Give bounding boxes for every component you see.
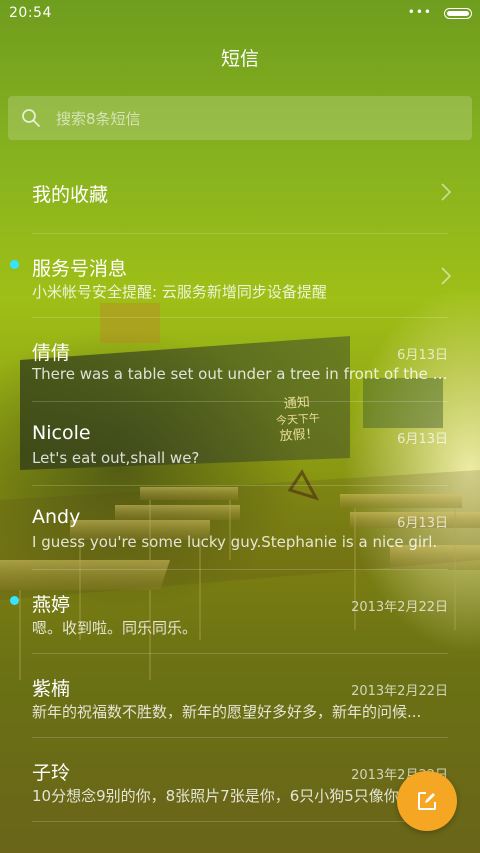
search-bar[interactable] [8,96,472,142]
conversation-name: Nicole [32,422,91,444]
chevron-right-icon [441,183,452,201]
conversation-preview: There was a table set out under a tree i… [32,365,448,383]
conversation-name: Andy [32,506,81,528]
status-bar: 20:54 ••• [0,0,480,28]
conversation-preview: 小米帐号安全提醒: 云服务新增同步设备提醒 [32,283,327,301]
notification-dots-icon: ••• [407,5,432,19]
compose-button[interactable] [397,771,457,831]
conversation-date: 6月13日 [397,432,448,447]
search-input[interactable] [54,96,458,142]
compose-icon [418,792,436,810]
search-icon [22,109,40,127]
conversation-item[interactable]: 燕婷 2013年2月22日 嗯。收到啦。同乐同乐。 [0,570,480,654]
conversation-name: 子玲 [32,762,71,784]
conversation-preview: Let's eat out,shall we? [32,449,200,467]
unread-dot [10,260,19,269]
conversation-preview: 新年的祝福数不胜数，新年的愿望好多好多，新年的问候... [32,703,422,721]
page-title: 短信 [220,48,259,70]
conversation-date: 2013年2月22日 [351,684,448,699]
unread-dot [10,596,19,605]
conversation-item[interactable]: Nicole 6月13日 Let's eat out,shall we? [0,402,480,486]
divider [32,821,448,822]
conversation-item[interactable]: Andy 6月13日 I guess you're some lucky guy… [0,486,480,570]
conversation-name: 燕婷 [32,594,71,616]
conversation-preview: 10分想念9别的你，8张照片7张是你，6只小狗5只像你 [32,787,399,805]
favorites-label: 我的收藏 [32,184,109,206]
conversation-name: 紫楠 [32,678,71,700]
conversation-preview: I guess you're some lucky guy.Stephanie … [32,533,438,551]
chevron-right-icon [441,267,452,285]
conversation-preview: 嗯。收到啦。同乐同乐。 [32,619,198,637]
conversation-item[interactable]: 紫楠 2013年2月22日 新年的祝福数不胜数，新年的愿望好多好多，新年的问候.… [0,654,480,738]
conversation-item[interactable]: 倩倩 6月13日 There was a table set out under… [0,318,480,402]
battery-icon [444,8,472,19]
conversation-date: 2013年2月22日 [351,600,448,615]
conversation-name: 服务号消息 [32,258,128,280]
conversation-service-messages[interactable]: 服务号消息 小米帐号安全提醒: 云服务新增同步设备提醒 [0,234,480,318]
conversation-name: 倩倩 [32,342,71,364]
favorites-item[interactable]: 我的收藏 [0,150,480,234]
conversation-date: 6月13日 [397,516,448,531]
status-time: 20:54 [9,5,52,21]
conversation-date: 6月13日 [397,348,448,363]
